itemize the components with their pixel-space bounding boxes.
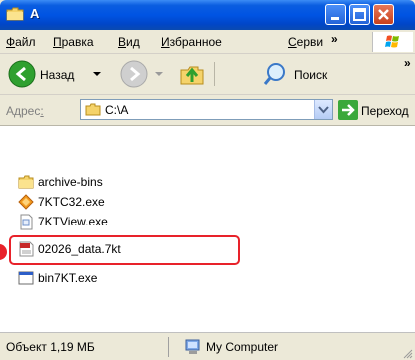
close-icon — [378, 9, 389, 20]
status-object-size: Объект 1,19 МБ — [6, 340, 95, 354]
exe-window-icon — [18, 271, 34, 285]
file-list: archive-bins 7KTC32.exe 7KTView.exe 0202… — [0, 126, 415, 332]
status-separator — [168, 337, 169, 357]
toolbar-overflow-button[interactable]: » — [404, 56, 411, 70]
go-arrow-icon[interactable] — [338, 100, 358, 120]
menu-favorites[interactable]: Избранное — [161, 35, 222, 49]
toolbar: Назад Поиск » — [0, 54, 415, 95]
explorer-window: A Файл Правка Вид Избранное Серви » Наза… — [0, 0, 415, 360]
menu-service[interactable]: Серви — [288, 35, 323, 49]
chevron-down-icon[interactable] — [92, 70, 102, 78]
highlight-frame — [9, 235, 240, 265]
status-location: My Computer — [206, 340, 279, 354]
address-bar: Адрес: C:\A Переход — [0, 95, 415, 126]
menu-file[interactable]: Файл — [6, 35, 36, 49]
maximize-button[interactable] — [349, 4, 370, 25]
address-input[interactable]: C:\A — [80, 99, 333, 120]
address-dropdown-button[interactable] — [314, 100, 332, 119]
resize-grip-icon[interactable] — [401, 347, 413, 359]
minimize-icon — [331, 17, 339, 20]
windows-flag-icon — [385, 35, 399, 48]
maximize-icon — [353, 8, 366, 21]
folder-icon — [6, 7, 24, 21]
my-computer-icon — [185, 339, 200, 354]
title-bar[interactable]: A — [0, 0, 415, 30]
menu-overflow-button[interactable]: » — [331, 32, 338, 46]
folder-icon — [85, 103, 101, 116]
menu-view[interactable]: Вид — [118, 35, 140, 49]
toolbar-separator — [214, 62, 215, 86]
folder-up-icon[interactable] — [178, 60, 206, 88]
back-button-label[interactable]: Назад — [40, 68, 74, 82]
forward-arrow-icon[interactable] — [120, 60, 148, 88]
minimize-button[interactable] — [325, 4, 346, 25]
menu-bar: Файл Правка Вид Избранное Серви » — [0, 30, 415, 54]
folder-icon — [18, 175, 34, 189]
menu-edit[interactable]: Правка — [53, 35, 94, 49]
chevron-down-icon[interactable] — [154, 70, 164, 78]
search-button-label[interactable]: Поиск — [294, 68, 327, 82]
app-file-icon — [20, 214, 33, 230]
window-title: A — [30, 6, 40, 21]
address-value: C:\A — [105, 103, 129, 117]
status-bar: Объект 1,19 МБ My Computer — [0, 332, 415, 360]
file-name: archive-bins — [38, 175, 103, 189]
address-label: Адрес: — [6, 104, 44, 118]
close-button[interactable] — [373, 4, 394, 25]
diamond-app-icon — [18, 194, 34, 210]
windows-logo — [372, 32, 413, 52]
go-button-label[interactable]: Переход — [361, 104, 409, 118]
search-icon[interactable] — [262, 61, 288, 87]
file-name: bin7KT.exe — [38, 271, 98, 285]
chevron-down-icon — [318, 106, 329, 114]
file-name: 7KTView.exe — [38, 215, 108, 229]
back-arrow-icon[interactable] — [8, 60, 36, 88]
file-name: 7KTC32.exe — [38, 195, 105, 209]
